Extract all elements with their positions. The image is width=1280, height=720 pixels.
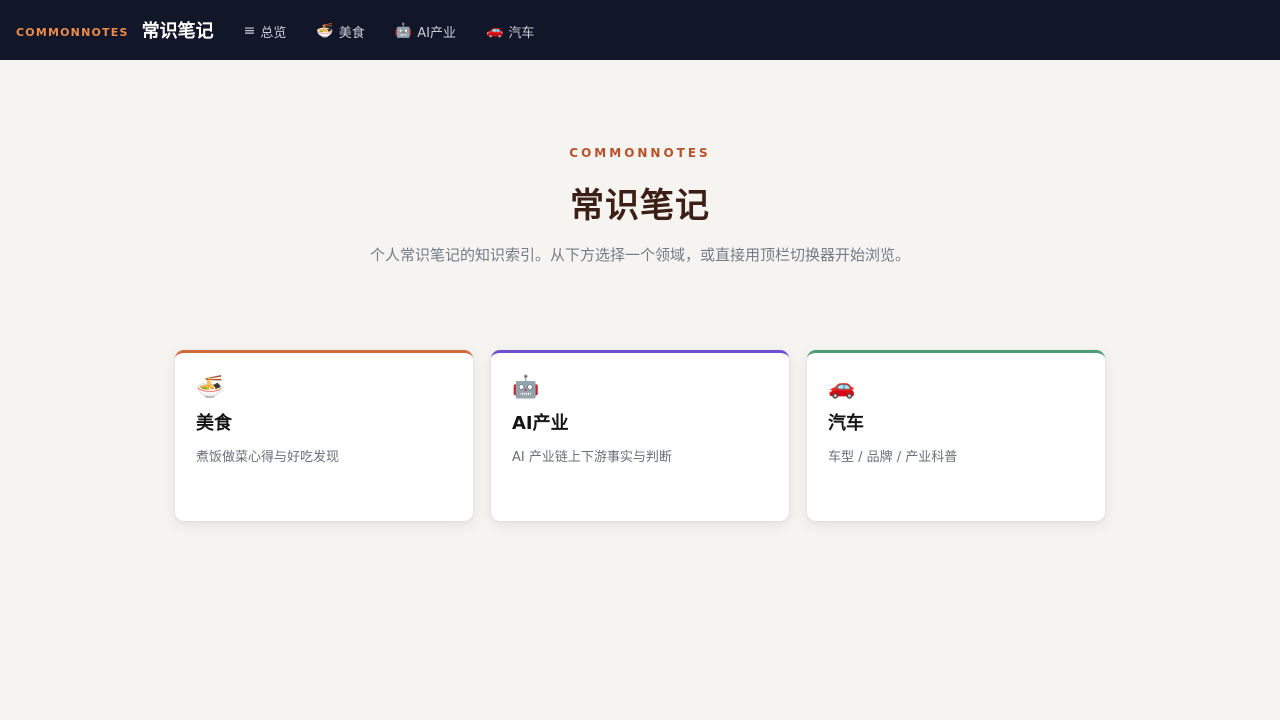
nav-item-overview[interactable]: ≡ 总览 xyxy=(244,22,287,41)
card-cars[interactable]: 🚗 汽车 车型 / 品牌 / 产业科普 xyxy=(807,350,1105,521)
nav-item-label: 美食 xyxy=(338,25,365,41)
robot-icon: 🤖 xyxy=(512,375,540,400)
nav-item-label: 汽车 xyxy=(508,25,535,41)
domain-cards: 🍜 美食 煮饭做菜心得与好吃发现 🤖 AI产业 AI 产业链上下游事实与判断 🚗… xyxy=(175,350,1105,521)
brand-logo-en[interactable]: COMMONNOTES xyxy=(16,26,129,39)
car-icon: 🚗 xyxy=(485,23,504,39)
top-navbar: COMMONNOTES 常识笔记 ≡ 总览 🍜 美食 🤖 AI产业 🚗 汽车 xyxy=(0,0,1280,60)
nav-item-ai-industry[interactable]: 🤖 AI产业 xyxy=(395,22,456,41)
card-ai-industry[interactable]: 🤖 AI产业 AI 产业链上下游事实与判断 xyxy=(491,350,789,521)
card-description: 车型 / 品牌 / 产业科普 xyxy=(828,450,958,465)
nav-item-label: 总览 xyxy=(260,25,287,41)
noodle-bowl-icon: 🍜 xyxy=(316,23,334,39)
brand-title[interactable]: 常识笔记 xyxy=(142,17,214,43)
page-title: 常识笔记 xyxy=(570,186,710,226)
nav-item-food[interactable]: 🍜 美食 xyxy=(316,22,364,41)
hero-eyebrow: COMMONNOTES xyxy=(569,146,711,160)
nav-item-label: AI产业 xyxy=(417,25,456,41)
menu-icon: ≡ xyxy=(243,23,256,39)
card-description: 煮饭做菜心得与好吃发现 xyxy=(196,450,340,465)
card-description: AI 产业链上下游事实与判断 xyxy=(512,450,672,465)
car-icon: 🚗 xyxy=(828,375,856,400)
card-title: 汽车 xyxy=(828,413,864,434)
noodle-bowl-icon: 🍜 xyxy=(196,375,224,400)
nav-item-cars[interactable]: 🚗 汽车 xyxy=(486,22,534,41)
card-title: AI产业 xyxy=(512,413,569,434)
card-title: 美食 xyxy=(196,413,232,434)
robot-icon: 🤖 xyxy=(394,23,413,39)
card-food[interactable]: 🍜 美食 煮饭做菜心得与好吃发现 xyxy=(175,350,473,521)
hero-description: 个人常识笔记的知识索引。从下方选择一个领域，或直接用顶栏切换器开始浏览。 xyxy=(370,246,911,264)
